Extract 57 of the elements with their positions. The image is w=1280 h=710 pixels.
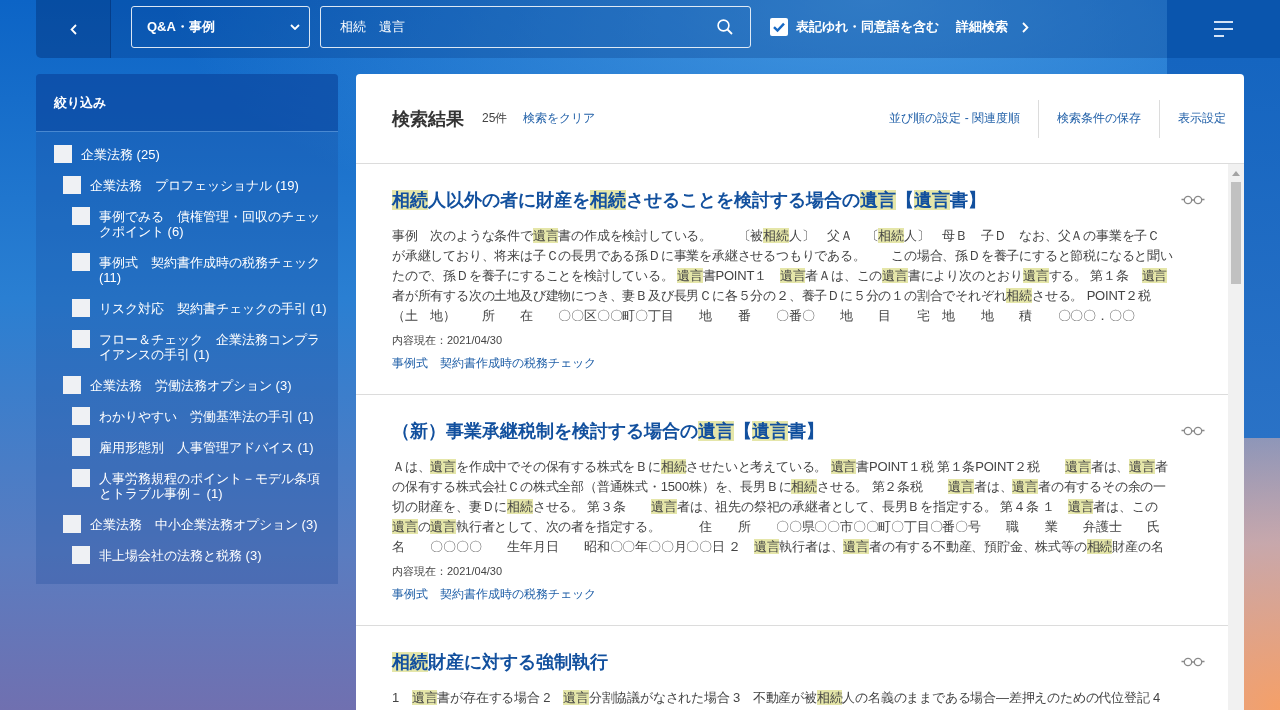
source-link[interactable]: 事例式 契約書作成時の税務チェック <box>392 354 596 372</box>
filter-option[interactable]: 企業法務 (25) <box>81 147 160 162</box>
filter-option[interactable]: 企業法務 プロフェッショナル (19) <box>90 178 299 193</box>
menu-icon <box>1214 21 1233 37</box>
result-snippet: 1 遺言書が存在する場合 2 遺言分割協議がなされた場合 3 不動産が被相続人の名義のままである場合―差押えのための代位登記 4 <box>392 689 1162 707</box>
checkbox[interactable] <box>63 376 81 394</box>
header-action-link[interactable]: 並び順の設定 - 関連度順 <box>871 110 1038 127</box>
filter-option[interactable]: 企業法務 労働法務オプション (3) <box>90 378 292 393</box>
results-title: 検索結果 <box>392 107 464 131</box>
checkbox[interactable] <box>72 299 90 317</box>
chevron-right-icon <box>1022 21 1029 33</box>
checkbox[interactable] <box>72 469 90 487</box>
filter-option[interactable]: わかりやすい 労働基準法の手引 (1) <box>99 409 314 424</box>
checkbox[interactable] <box>72 253 90 271</box>
result-title[interactable]: （新）事業承継税制を検討する場合の遺言【遺言書】 <box>392 418 824 444</box>
result-title[interactable]: 相続人以外の者に財産を相続させることを検討する場合の遺言【遺言書】 <box>392 187 986 213</box>
clear-search-link[interactable]: 検索をクリア <box>523 110 596 127</box>
checkbox[interactable] <box>72 207 90 225</box>
chevron-down-icon <box>290 24 300 30</box>
search-icon[interactable] <box>717 19 733 35</box>
advanced-search-link[interactable]: 詳細検索 <box>956 18 1029 36</box>
glasses-icon[interactable] <box>1181 657 1205 667</box>
source-link[interactable]: 事例式 契約書作成時の税務チェック <box>392 585 596 603</box>
checkbox[interactable] <box>770 18 788 36</box>
result-title[interactable]: 相続財産に対する強制執行 <box>392 649 608 675</box>
checkbox[interactable] <box>72 330 90 348</box>
category-select[interactable]: Q&A・事例 <box>131 6 310 48</box>
result-snippet: 事例 次のような条件で遺言書の作成を検討している。 〔被相続人〕 父Ａ 〔相続人〕 母Ｂ 子Ｄ なお、父Ａの事業を子Ｃ が承継しており、将来は子Ｃの長男である孫Ｄに事業を承継させるつもりである。 この場合、孫Ｄを養子にすると節税になると聞い たので、孫Ｄを養子にすることを検討している。 遺言書POINT１ 遺言者Ａは、この遺言書により次のとおり遺言する。 第１条 遺言 者が所有する次の土地及び建物につき、妻Ｂ及び長男Ｃに各５分の２、養子Ｄに５分の１の割合でそれぞれ相続させる。 POINT２税 （土 地） 所 在 〇〇区〇〇町〇丁目 地 番 〇番〇 地 目 宅 地 地 積 〇〇〇．〇〇 <box>392 227 1174 325</box>
content-date: 内容現在：2021/04/30 <box>392 564 504 579</box>
back-button[interactable] <box>36 0 111 58</box>
chevron-left-icon <box>69 23 77 35</box>
content-date: 内容現在：2021/04/30 <box>392 333 504 348</box>
checkbox[interactable] <box>63 515 81 533</box>
filter-option[interactable]: 人事労務規程のポイント－モデル条項とトラブル事例－ (1) <box>99 471 330 501</box>
filter-option[interactable]: 非上場会社の法務と税務 (3) <box>99 548 262 563</box>
filter-option[interactable]: 企業法務 中小企業法務オプション (3) <box>90 517 318 532</box>
checkbox[interactable] <box>54 145 72 163</box>
checkbox[interactable] <box>72 438 90 456</box>
result-count: 25件 <box>482 110 508 127</box>
filter-title: 絞り込み <box>54 93 106 112</box>
header-action-link[interactable]: 表示設定 <box>1160 110 1226 127</box>
filter-option[interactable]: リスク対応 契約書チェックの手引 (1) <box>99 301 327 316</box>
filter-option[interactable]: フロー＆チェック 企業法務コンプライアンスの手引 (1) <box>99 332 330 362</box>
checkbox-label[interactable]: 表記ゆれ・同意語を含む <box>796 18 939 36</box>
checkbox[interactable] <box>72 407 90 425</box>
scroll-up-arrow-icon[interactable] <box>1232 171 1240 176</box>
checkbox[interactable] <box>72 546 90 564</box>
filter-option[interactable]: 事例式 契約書作成時の税務チェック (11) <box>99 255 330 285</box>
result-snippet: Ａは、遺言を作成中でその保有する株式をＢに相続させたいと考えている。 遺言書POINT１税 第１条POINT２税 遺言者は、遺言者 の保有する株式会社Ｃの株式全部（普通株式・1500株）を、長男Ｂに相続させる。 第２条税 遺言者は、遺言者の有するその余の一 切の財産を、妻Ｄに相続させる。 第３条 遺言者は、祖先の祭祀の承継者として、長男Ｂを指定する。 第４条 １ 遺言者は、この 遺言の遺言執行者として、次の者を指定する。 住 所 〇〇県〇〇市〇〇町〇丁目〇番〇号 職 業 弁護士 氏 名 〇〇〇〇 生年月日 昭和〇〇年〇〇月〇〇日 ２ 遺言執行者は、遺言者の有する不動産、預貯金、株式等の相続財産の名 <box>392 458 1169 556</box>
glasses-icon[interactable] <box>1181 195 1205 205</box>
checkbox[interactable] <box>63 176 81 194</box>
filter-option[interactable]: 雇用形態別 人事管理アドバイス (1) <box>99 440 314 455</box>
header-action-link[interactable]: 検索条件の保存 <box>1039 110 1159 127</box>
search-field[interactable]: 相続 遺言 <box>320 6 751 48</box>
filter-option[interactable]: 事例でみる 債権管理・回収のチェックポイント (6) <box>99 209 330 239</box>
glasses-icon[interactable] <box>1181 426 1205 436</box>
scrollbar-thumb[interactable] <box>1231 182 1241 284</box>
